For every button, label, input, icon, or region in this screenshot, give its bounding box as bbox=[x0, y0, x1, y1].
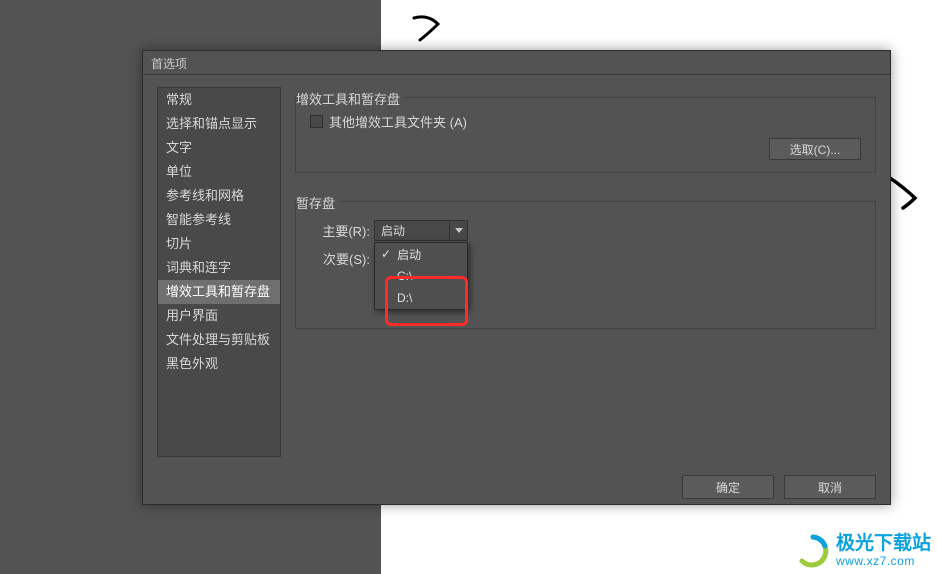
plugins-fieldset: 增效工具和暂存盘 其他增效工具文件夹 (A) 选取(C)... bbox=[295, 97, 876, 173]
preferences-dialog: 首选项 常规 选择和锚点显示 文字 单位 参考线和网格 智能参考线 切片 词典和… bbox=[142, 50, 891, 505]
sidebar-item-black-appearance[interactable]: 黑色外观 bbox=[158, 352, 280, 376]
secondary-scratch-label: 次要(S): bbox=[310, 249, 370, 268]
primary-scratch-label: 主要(R): bbox=[310, 221, 370, 240]
dropdown-arrow-icon bbox=[449, 221, 467, 240]
sidebar-item-type[interactable]: 文字 bbox=[158, 136, 280, 160]
dropdown-option-c[interactable]: C:\ bbox=[375, 265, 467, 287]
scribble-decoration-1 bbox=[408, 12, 456, 48]
ok-button[interactable]: 确定 bbox=[682, 475, 774, 499]
primary-scratch-row: 主要(R): 启动 启动 C:\ D:\ bbox=[310, 220, 861, 241]
primary-scratch-dropdown-menu: 启动 C:\ D:\ bbox=[374, 242, 468, 310]
additional-plugins-checkbox[interactable] bbox=[310, 115, 323, 128]
sidebar-item-selection[interactable]: 选择和锚点显示 bbox=[158, 112, 280, 136]
scratch-fieldset: 暂存盘 主要(R): 启动 启动 C:\ D:\ 次要(S): bbox=[295, 201, 876, 329]
additional-plugins-row: 其他增效工具文件夹 (A) bbox=[310, 112, 861, 131]
dropdown-option-d[interactable]: D:\ bbox=[375, 287, 467, 309]
watermark-main-text: 极光下载站 bbox=[836, 534, 931, 555]
sidebar-item-units[interactable]: 单位 bbox=[158, 160, 280, 184]
choose-plugins-folder-button[interactable]: 选取(C)... bbox=[769, 138, 861, 160]
dropdown-option-startup[interactable]: 启动 bbox=[375, 243, 467, 265]
dialog-title-text: 首选项 bbox=[151, 57, 187, 71]
dialog-body: 常规 选择和锚点显示 文字 单位 参考线和网格 智能参考线 切片 词典和连字 增… bbox=[143, 75, 890, 467]
watermark: 极光下载站 www.xz7.com bbox=[796, 534, 931, 568]
primary-scratch-dropdown[interactable]: 启动 bbox=[374, 220, 468, 241]
sidebar-item-guides[interactable]: 参考线和网格 bbox=[158, 184, 280, 208]
main-panel: 增效工具和暂存盘 其他增效工具文件夹 (A) 选取(C)... 暂存盘 主要(R… bbox=[281, 87, 876, 457]
watermark-sub-text: www.xz7.com bbox=[836, 555, 931, 568]
preferences-sidebar: 常规 选择和锚点显示 文字 单位 参考线和网格 智能参考线 切片 词典和连字 增… bbox=[157, 87, 281, 457]
scratch-fieldset-title: 暂存盘 bbox=[296, 193, 339, 212]
sidebar-item-plugins-scratch[interactable]: 增效工具和暂存盘 bbox=[158, 280, 280, 304]
sidebar-item-file-handling[interactable]: 文件处理与剪贴板 bbox=[158, 328, 280, 352]
sidebar-item-ui[interactable]: 用户界面 bbox=[158, 304, 280, 328]
watermark-text: 极光下载站 www.xz7.com bbox=[836, 534, 931, 568]
sidebar-item-slices[interactable]: 切片 bbox=[158, 232, 280, 256]
watermark-logo-icon bbox=[796, 534, 830, 568]
cancel-button[interactable]: 取消 bbox=[784, 475, 876, 499]
sidebar-item-general[interactable]: 常规 bbox=[158, 88, 280, 112]
dialog-title-bar: 首选项 bbox=[143, 51, 890, 75]
dialog-footer: 确定 取消 bbox=[143, 467, 890, 513]
primary-scratch-value: 启动 bbox=[381, 222, 405, 239]
additional-plugins-label: 其他增效工具文件夹 (A) bbox=[329, 112, 467, 131]
sidebar-item-smart-guides[interactable]: 智能参考线 bbox=[158, 208, 280, 232]
sidebar-item-dictionary[interactable]: 词典和连字 bbox=[158, 256, 280, 280]
plugins-fieldset-title: 增效工具和暂存盘 bbox=[296, 89, 404, 108]
